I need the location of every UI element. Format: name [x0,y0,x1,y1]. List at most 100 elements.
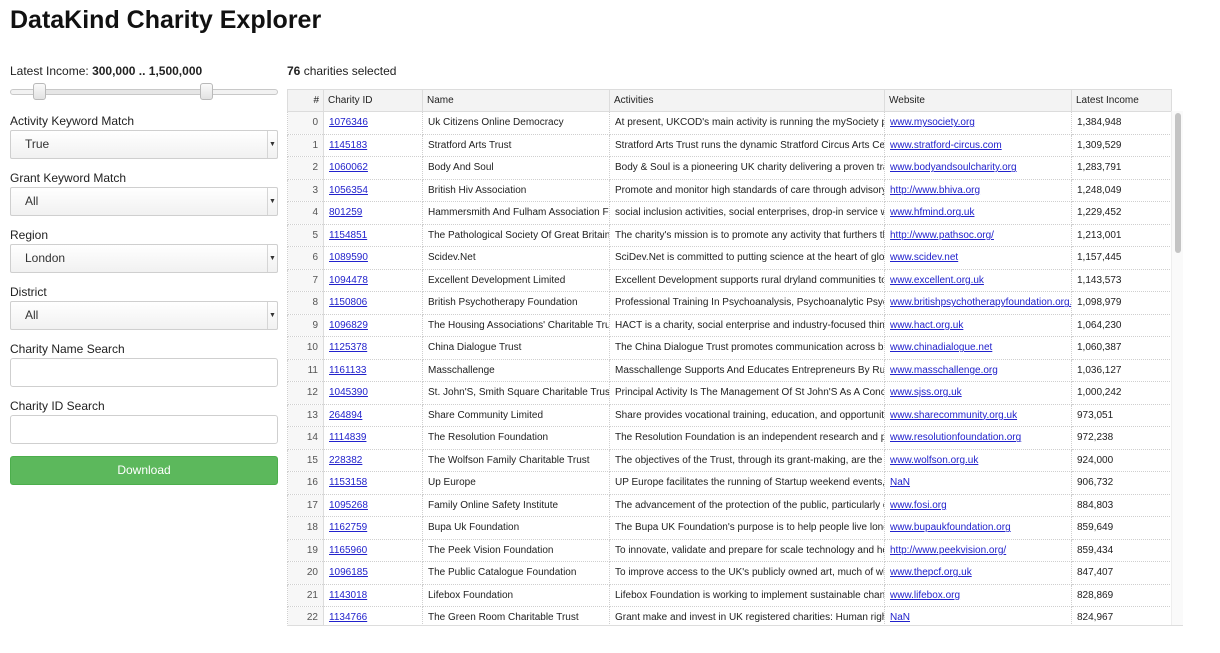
charity-id-link[interactable]: 264894 [329,410,362,421]
charity-id-link[interactable]: 1096829 [329,320,368,331]
website-cell: www.britishpsychotherapyfoundation.org.u… [884,291,1072,315]
website-link[interactable]: NaN [890,612,910,623]
column-header-name[interactable]: Name [422,89,610,112]
charity-id-link[interactable]: 1161133 [329,365,366,376]
table-row[interactable]: 2 1060062 Body And Soul Body & Soul is a pi… [287,156,1172,180]
row-index: 22 [287,606,324,625]
table-row[interactable]: 17 1095268 Family Online Safety Institute T… [287,493,1172,517]
website-link[interactable]: www.thepcf.org.uk [890,567,972,578]
slider-min-handle[interactable] [33,83,46,100]
charity-id-link[interactable]: 1165960 [329,545,367,556]
charity-id-cell: 1094478 [323,268,423,292]
name-cell: Scidev.Net [422,246,610,270]
website-link[interactable]: www.lifebox.org [890,590,960,601]
activities-cell: Principal Activity Is The Management Of … [609,381,885,405]
website-link[interactable]: www.scidev.net [890,252,958,263]
website-link[interactable]: www.chinadialogue.net [890,342,992,353]
website-link[interactable]: www.sharecommunity.org.uk [890,410,1017,421]
charity-id-link[interactable]: 1045390 [329,387,368,398]
name-search-input[interactable] [10,358,278,387]
charity-id-link[interactable]: 1134766 [329,612,367,623]
table-row[interactable]: 21 1143018 Lifebox Foundation Lifebox Found… [287,583,1172,607]
row-index: 1 [287,133,324,157]
table-row[interactable]: 12 1045390 St. John'S, Smith Square Charit… [287,381,1172,405]
website-link[interactable]: www.mysociety.org [890,117,975,128]
income-cell: 1,248,049 [1071,178,1172,202]
table-row[interactable]: 4 801259 Hammersmith And Fulham Associatio… [287,201,1172,225]
charity-id-link[interactable]: 1096185 [329,567,368,578]
name-cell: The Resolution Foundation [422,426,610,450]
website-link[interactable]: NaN [890,477,910,488]
charity-id-link[interactable]: 228382 [329,455,362,466]
column-header-latest-income[interactable]: Latest Income [1071,89,1172,112]
website-link[interactable]: www.hact.org.uk [890,320,963,331]
table-row[interactable]: 0 1076346 Uk Citizens Online Democracy At p… [287,111,1172,135]
website-link[interactable]: www.resolutionfoundation.org [890,432,1021,443]
charity-id-link[interactable]: 1143018 [329,590,367,601]
table-row[interactable]: 11 1161133 Masschallenge Masschallenge Supp… [287,358,1172,382]
charity-id-link[interactable]: 801259 [329,207,362,218]
table-scrollbar-thumb[interactable] [1175,113,1181,253]
table-row[interactable]: 22 1134766 The Green Room Charitable Trust… [287,606,1172,625]
table-row[interactable]: 19 1165960 The Peek Vision Foundation To in… [287,538,1172,562]
website-link[interactable]: www.wolfson.org.uk [890,455,978,466]
website-link[interactable]: www.hfmind.org.uk [890,207,974,218]
website-link[interactable]: http://www.peekvision.org/ [890,545,1006,556]
website-link[interactable]: www.sjss.org.uk [890,387,962,398]
income-filter-label: Latest Income: 300,000 .. 1,500,000 [10,64,278,78]
table-row[interactable]: 13 264894 Share Community Limited Share pro… [287,403,1172,427]
charity-id-link[interactable]: 1162759 [329,522,367,533]
website-link[interactable]: www.excellent.org.uk [890,275,984,286]
table-row[interactable]: 7 1094478 Excellent Development Limited Exc… [287,268,1172,292]
charity-id-link[interactable]: 1089590 [329,252,368,263]
table-row[interactable]: 14 1114839 The Resolution Foundation The Re… [287,426,1172,450]
table-row[interactable]: 9 1096829 The Housing Associations' Charit… [287,313,1172,337]
website-link[interactable]: www.bupaukfoundation.org [890,522,1011,533]
table-row[interactable]: 10 1125378 China Dialogue Trust The China D… [287,336,1172,360]
website-link[interactable]: www.britishpsychotherapyfoundation.org.u… [890,297,1071,308]
table-row[interactable]: 3 1056354 British Hiv Association Promote a… [287,178,1172,202]
table-row[interactable]: 6 1089590 Scidev.Net SciDev.Net is committe… [287,246,1172,270]
website-link[interactable]: www.fosi.org [890,500,947,511]
charity-id-link[interactable]: 1095268 [329,500,368,511]
column-header-index[interactable]: # [287,89,324,112]
column-header-charity-id[interactable]: Charity ID [323,89,423,112]
slider-max-handle[interactable] [200,83,213,100]
table-row[interactable]: 1 1145183 Stratford Arts Trust Stratford Ar… [287,133,1172,157]
table-row[interactable]: 16 1153158 Up Europe UP Europe facilitates … [287,471,1172,495]
id-search-input[interactable] [10,415,278,444]
charity-id-link[interactable]: 1060062 [329,162,368,173]
website-link[interactable]: http://www.bhiva.org [890,185,980,196]
income-range-slider[interactable] [10,82,278,102]
charity-id-link[interactable]: 1153158 [329,477,367,488]
table-row[interactable]: 20 1096185 The Public Catalogue Foundation… [287,561,1172,585]
charity-id-link[interactable]: 1094478 [329,275,368,286]
charity-id-link[interactable]: 1150806 [329,297,367,308]
region-select[interactable]: London ▼ [10,244,278,273]
charity-id-link[interactable]: 1125378 [329,342,367,353]
table-row[interactable]: 5 1154851 The Pathological Society Of Grea… [287,223,1172,247]
charity-id-link[interactable]: 1154851 [329,230,367,241]
website-link[interactable]: www.stratford-circus.com [890,140,1002,151]
column-header-activities[interactable]: Activities [609,89,885,112]
charity-id-link[interactable]: 1114839 [329,432,366,443]
table-row[interactable]: 15 228382 The Wolfson Family Charitable Tr… [287,448,1172,472]
column-header-website[interactable]: Website [884,89,1072,112]
name-cell: Family Online Safety Institute [422,493,610,517]
website-link[interactable]: www.masschallenge.org [890,365,998,376]
table-row[interactable]: 18 1162759 Bupa Uk Foundation The Bupa UK F… [287,516,1172,540]
activities-cell: SciDev.Net is committed to putting scien… [609,246,885,270]
website-link[interactable]: http://www.pathsoc.org/ [890,230,994,241]
table-row[interactable]: 8 1150806 British Psychotherapy Foundation… [287,291,1172,315]
website-link[interactable]: www.bodyandsoulcharity.org [890,162,1017,173]
charity-id-link[interactable]: 1076346 [329,117,368,128]
charity-id-link[interactable]: 1056354 [329,185,368,196]
row-index: 16 [287,471,324,495]
name-cell: British Psychotherapy Foundation [422,291,610,315]
charity-table: # Charity ID Name Activities Website Latest I… [287,89,1172,625]
download-button[interactable]: Download [10,456,278,485]
district-select[interactable]: All ▼ [10,301,278,330]
activity-match-select[interactable]: True ▼ [10,130,278,159]
grant-match-select[interactable]: All ▼ [10,187,278,216]
charity-id-link[interactable]: 1145183 [329,140,367,151]
